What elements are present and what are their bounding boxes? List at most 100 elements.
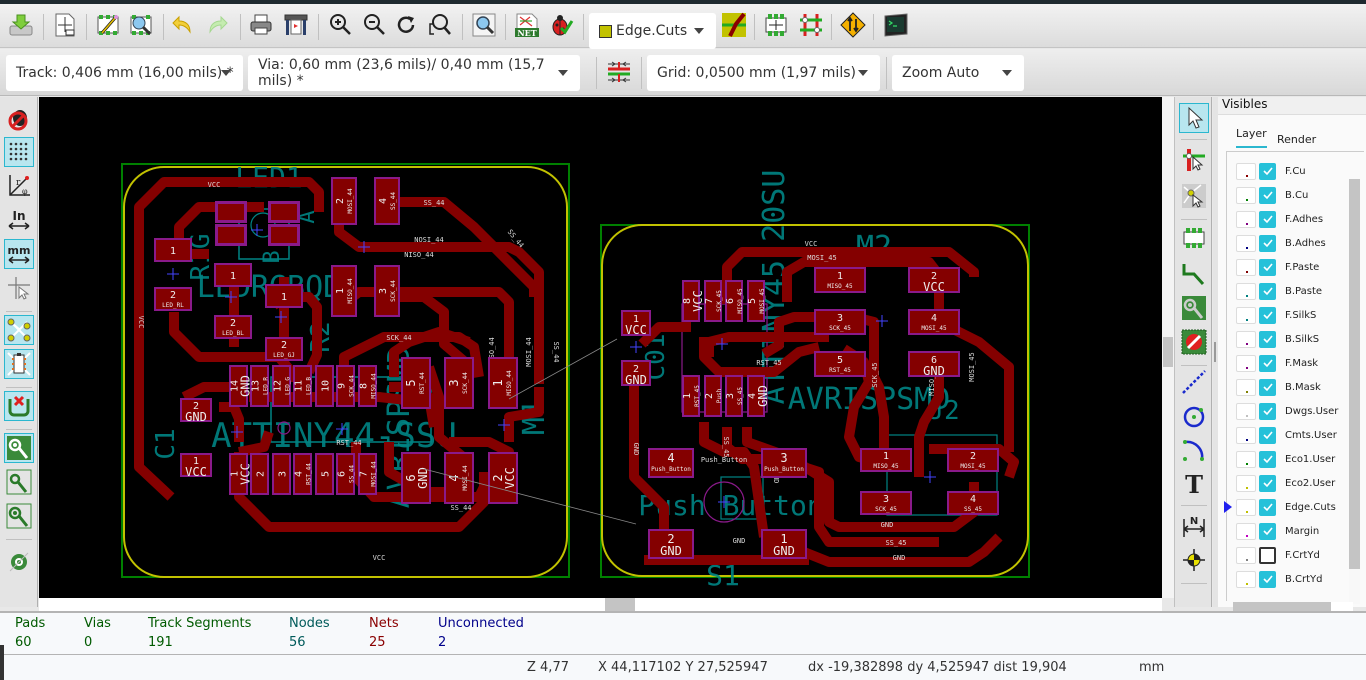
layer-row[interactable]: F.Paste <box>1236 257 1319 277</box>
layer-visibility-checkbox[interactable] <box>1259 331 1276 348</box>
tab-layer[interactable]: Layer <box>1236 127 1267 148</box>
layer-row[interactable]: Eco1.User <box>1236 449 1335 469</box>
add-dimension-icon[interactable]: N <box>1179 511 1209 541</box>
drc-off-icon[interactable] <box>4 103 34 133</box>
layer-visibility-checkbox[interactable] <box>1259 355 1276 372</box>
zoom-fit-icon[interactable] <box>426 11 454 39</box>
layer-color-button[interactable] <box>1236 211 1256 228</box>
layer-row[interactable]: B.Paste <box>1236 281 1322 301</box>
high-contrast-icon[interactable] <box>4 547 34 577</box>
via-size-select[interactable]: Via: 0,60 mm (23,6 mils)/ 0,40 mm (15,7 … <box>248 55 580 91</box>
layer-color-button[interactable] <box>1236 307 1256 324</box>
drc-icon[interactable] <box>547 11 575 39</box>
layer-visibility-checkbox[interactable] <box>1259 451 1276 468</box>
layer-pair-icon[interactable] <box>720 11 748 39</box>
layer-visibility-checkbox[interactable] <box>1259 427 1276 444</box>
draw-circle-icon[interactable] <box>1179 401 1209 431</box>
freeroute-icon[interactable] <box>839 11 867 39</box>
layer-visibility-checkbox[interactable] <box>1259 499 1276 516</box>
layer-visibility-checkbox[interactable] <box>1259 307 1276 324</box>
layer-row[interactable]: Eco2.User <box>1236 473 1335 493</box>
draw-arc-icon[interactable] <box>1179 435 1209 465</box>
layer-color-button[interactable] <box>1236 259 1256 276</box>
tab-render[interactable]: Render <box>1277 133 1316 146</box>
layer-row[interactable]: F.Mask <box>1236 353 1318 373</box>
zoom-out-icon[interactable] <box>360 11 388 39</box>
layer-row[interactable]: B.SilkS <box>1236 329 1319 349</box>
canvas-vertical-scrollbar[interactable] <box>1162 97 1174 598</box>
save-board-icon[interactable] <box>7 11 35 39</box>
layer-list-vertical-scrollbar[interactable] <box>1349 179 1360 604</box>
layer-color-button[interactable] <box>1236 523 1256 540</box>
cursor-shape-icon[interactable] <box>4 273 34 303</box>
layer-color-button[interactable] <box>1236 403 1256 420</box>
layer-row[interactable]: B.Mask <box>1236 377 1321 397</box>
zoom-in-icon[interactable] <box>326 11 354 39</box>
grid-select[interactable]: Grid: 0,0500 mm (1,97 mils) <box>647 55 880 91</box>
add-footprint-icon[interactable] <box>1179 223 1209 253</box>
layer-row[interactable]: F.SilkS <box>1236 305 1316 325</box>
add-zone-icon[interactable] <box>1179 293 1209 323</box>
layer-row[interactable]: B.Adhes <box>1236 233 1326 253</box>
layer-color-button[interactable] <box>1236 235 1256 252</box>
add-text-icon[interactable]: T <box>1179 469 1209 499</box>
layer-visibility-checkbox[interactable] <box>1259 259 1276 276</box>
module-ratsnest-icon[interactable] <box>4 349 34 379</box>
layer-row[interactable]: B.Cu <box>1236 185 1308 205</box>
layer-visibility-checkbox[interactable] <box>1259 283 1276 300</box>
grid-toggle-icon[interactable] <box>4 137 34 167</box>
units-inch-icon[interactable]: In <box>4 205 34 235</box>
layer-visibility-checkbox[interactable] <box>1259 211 1276 228</box>
layer-row[interactable]: F.Cu <box>1236 161 1306 181</box>
scroll-thumb[interactable] <box>1163 337 1173 367</box>
layer-visibility-checkbox[interactable] <box>1259 523 1276 540</box>
footprint-editor-icon[interactable] <box>94 11 122 39</box>
plot-icon[interactable] <box>282 11 310 39</box>
layer-color-button[interactable] <box>1236 475 1256 492</box>
layer-color-button[interactable] <box>1236 187 1256 204</box>
units-mm-icon[interactable]: mm <box>4 239 34 269</box>
route-track-icon[interactable] <box>1179 259 1209 289</box>
layer-visibility-checkbox[interactable] <box>1259 475 1276 492</box>
layer-visibility-checkbox[interactable] <box>1259 235 1276 252</box>
layer-color-button[interactable] <box>1236 427 1256 444</box>
undo-icon[interactable] <box>169 11 197 39</box>
mode-footprint-icon[interactable] <box>762 11 790 39</box>
scroll-thumb[interactable] <box>1349 179 1360 569</box>
splitter-grip[interactable] <box>1214 342 1216 362</box>
track-width-select[interactable]: Track: 0,406 mm (16,00 mils) * <box>6 55 243 91</box>
layer-color-button[interactable] <box>1236 571 1256 588</box>
draw-line-icon[interactable] <box>1179 367 1209 397</box>
place-origin-icon[interactable] <box>1179 545 1209 575</box>
find-icon[interactable] <box>470 11 498 39</box>
layer-color-button[interactable] <box>1236 499 1256 516</box>
layer-row[interactable]: Margin <box>1236 521 1319 541</box>
layer-row[interactable]: Cmts.User <box>1236 425 1337 445</box>
select-tool-icon[interactable] <box>1179 103 1209 133</box>
layer-color-button[interactable] <box>1236 283 1256 300</box>
layer-select[interactable]: Edge.Cuts <box>589 13 716 49</box>
layer-row[interactable]: B.CrtYd <box>1236 569 1323 589</box>
canvas-horizontal-scrollbar[interactable] <box>39 598 1162 611</box>
show-pads-sketch-icon[interactable] <box>4 433 34 463</box>
layer-row[interactable]: Dwgs.User <box>1236 401 1338 421</box>
layer-visibility-checkbox[interactable] <box>1259 379 1276 396</box>
ratsnest-icon[interactable] <box>4 315 34 345</box>
show-vias-sketch-icon[interactable] <box>4 501 34 531</box>
footprint-viewer-icon[interactable] <box>127 11 155 39</box>
layer-color-button[interactable] <box>1236 355 1256 372</box>
layer-color-button[interactable] <box>1236 331 1256 348</box>
pcb-drawing[interactable]: LED1LEDRGBQDR1GR2BAC1ATTINY44-SSUAVRISPS… <box>39 97 1162 598</box>
auto-delete-track-icon[interactable] <box>4 391 34 421</box>
auto-track-width-icon[interactable] <box>605 58 633 86</box>
layer-visibility-checkbox[interactable] <box>1259 187 1276 204</box>
redo-icon[interactable] <box>203 11 231 39</box>
layer-visibility-checkbox[interactable] <box>1259 403 1276 420</box>
zoom-select[interactable]: Zoom Auto <box>892 55 1024 91</box>
layer-visibility-checkbox[interactable] <box>1259 571 1276 588</box>
page-settings-icon[interactable] <box>51 11 79 39</box>
layer-color-button[interactable] <box>1236 547 1256 564</box>
layer-visibility-checkbox[interactable] <box>1259 547 1276 564</box>
layer-visibility-checkbox[interactable] <box>1259 163 1276 180</box>
scroll-thumb[interactable] <box>605 598 635 611</box>
